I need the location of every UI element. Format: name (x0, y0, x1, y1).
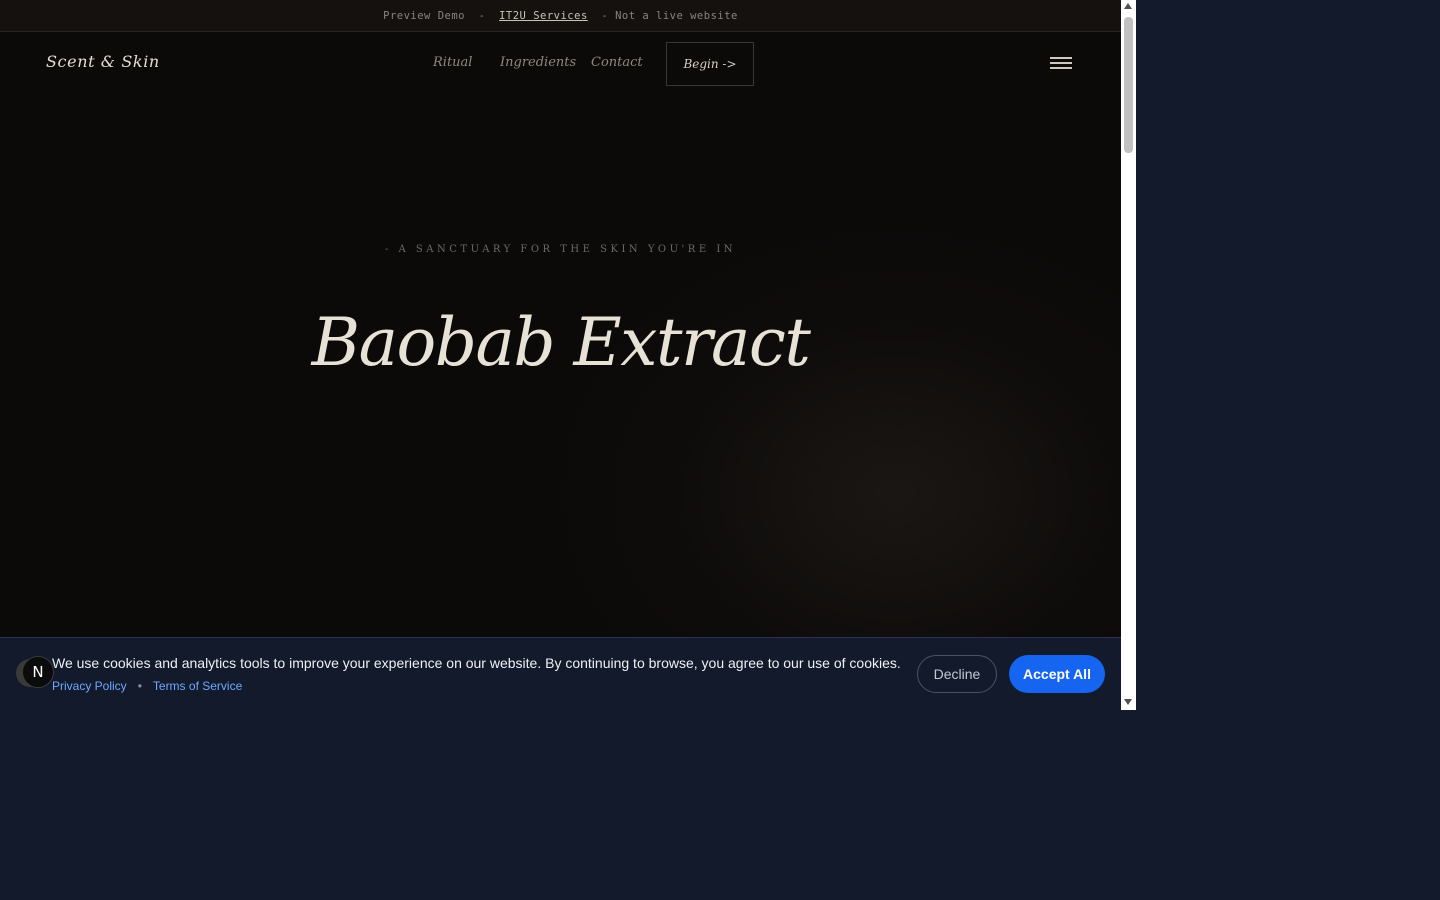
n-logo-badge[interactable]: N (22, 656, 54, 688)
demo-notice-bar: Preview Demo - IT2U Services - Not a liv… (0, 0, 1121, 32)
page-viewport: Preview Demo - IT2U Services - Not a liv… (0, 0, 1121, 710)
scroll-up-arrow-icon[interactable] (1124, 3, 1132, 9)
nav-link-ingredients[interactable]: Ingredients (500, 55, 576, 70)
nav-link-contact[interactable]: Contact (591, 55, 643, 70)
accept-all-cookies-button[interactable]: Accept All (1009, 655, 1105, 693)
decline-cookies-button[interactable]: Decline (917, 655, 997, 693)
it2u-services-link[interactable]: IT2U Services (499, 10, 588, 22)
begin-button[interactable]: Begin -> (666, 42, 754, 86)
demo-notice-suffix: - Not a live website (587, 9, 738, 22)
link-separator: • (137, 679, 142, 693)
privacy-policy-link[interactable]: Privacy Policy (52, 679, 127, 693)
demo-notice-prefix: Preview Demo - (383, 9, 500, 22)
navbar: Scent & Skin Ritual Ingredients Contact … (0, 32, 1121, 96)
terms-of-service-link[interactable]: Terms of Service (153, 679, 242, 693)
hamburger-icon[interactable] (1048, 54, 1072, 72)
vertical-scrollbar[interactable] (1121, 0, 1136, 710)
hero-title: Baobab Extract (311, 304, 811, 381)
hero-tagline: - A SANCTUARY FOR THE SKIN YOU'RE IN (384, 244, 737, 255)
cookie-message: We use cookies and analytics tools to im… (52, 655, 901, 671)
scroll-down-arrow-icon[interactable] (1124, 699, 1132, 705)
site-logo[interactable]: Scent & Skin (46, 52, 160, 71)
scrollbar-thumb[interactable] (1124, 17, 1133, 153)
cookie-policy-links: Privacy Policy • Terms of Service (52, 679, 242, 693)
nav-link-ritual[interactable]: Ritual (433, 55, 472, 70)
